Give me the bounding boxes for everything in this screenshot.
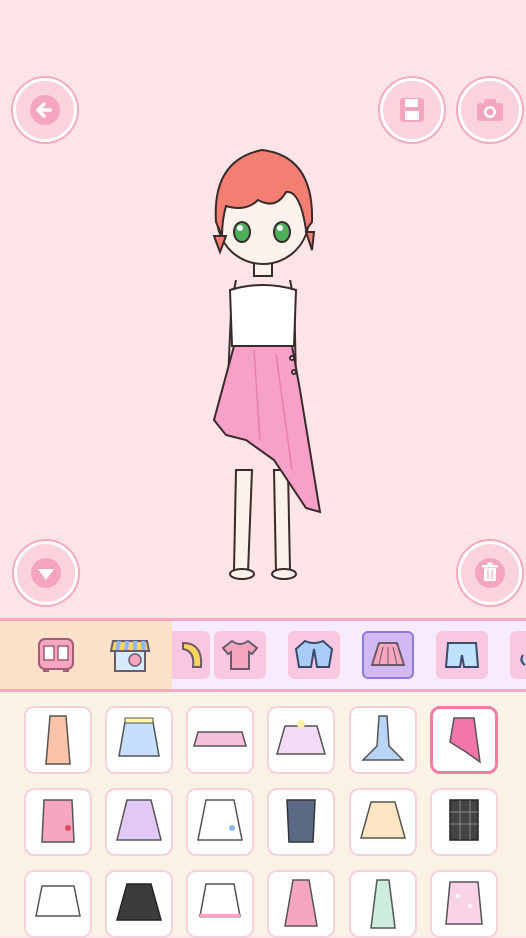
more-tab[interactable] bbox=[510, 631, 526, 679]
item-slot[interactable] bbox=[267, 788, 335, 856]
item-slot[interactable] bbox=[349, 788, 417, 856]
trash-icon bbox=[475, 558, 505, 588]
dressup-stage bbox=[0, 0, 526, 618]
item-slot[interactable] bbox=[267, 706, 335, 774]
item-slot[interactable] bbox=[349, 870, 417, 938]
skirts-tab[interactable] bbox=[362, 631, 414, 679]
item-slot[interactable] bbox=[430, 706, 498, 774]
white-pink-hem-skirt-icon bbox=[199, 883, 241, 918]
triangle-down-icon bbox=[31, 558, 61, 588]
arrow-left-icon bbox=[30, 95, 60, 125]
pink-dot-skirt-icon bbox=[445, 881, 483, 925]
item-slot[interactable] bbox=[105, 788, 173, 856]
back-button[interactable] bbox=[13, 78, 77, 142]
camera-button[interactable] bbox=[458, 78, 522, 142]
pink-bow-skirt-icon bbox=[41, 799, 75, 843]
blue-mermaid-skirt-icon bbox=[361, 715, 405, 761]
black-plaid-skirt-icon bbox=[449, 799, 479, 841]
trash-button[interactable] bbox=[458, 541, 522, 605]
navy-pencil-skirt-icon bbox=[286, 799, 316, 843]
shorts-icon bbox=[444, 642, 480, 668]
wardrobe-icon bbox=[38, 638, 74, 672]
tops-tab[interactable] bbox=[214, 631, 266, 679]
shop-tab[interactable] bbox=[104, 631, 156, 679]
item-slot[interactable] bbox=[186, 788, 254, 856]
pastel-tulle-skirt-icon bbox=[276, 720, 326, 755]
cream-bow-skirt-icon bbox=[360, 801, 406, 839]
shorts-tab[interactable] bbox=[436, 631, 488, 679]
category-bar bbox=[0, 618, 526, 692]
item-slot[interactable] bbox=[430, 870, 498, 938]
jacket-icon bbox=[294, 639, 334, 668]
blue-pleated-skirt-icon bbox=[118, 717, 160, 757]
item-slot[interactable] bbox=[105, 870, 173, 938]
item-slot[interactable] bbox=[24, 870, 92, 938]
collapse-panel-button[interactable] bbox=[14, 541, 78, 605]
partial-icon bbox=[520, 654, 526, 666]
avatar-character bbox=[212, 148, 322, 580]
item-grid bbox=[0, 692, 526, 938]
jackets-tab[interactable] bbox=[288, 631, 340, 679]
shirt-icon bbox=[221, 639, 259, 670]
floppy-disk-icon bbox=[400, 98, 424, 122]
item-slot[interactable] bbox=[186, 870, 254, 938]
item-slot[interactable] bbox=[267, 870, 335, 938]
pink-ruffle-tutu-icon bbox=[193, 731, 247, 747]
item-slot[interactable] bbox=[186, 706, 254, 774]
wardrobe-tab[interactable] bbox=[30, 631, 82, 679]
peach-long-skirt-icon bbox=[45, 715, 71, 765]
item-slot[interactable] bbox=[24, 788, 92, 856]
item-slot[interactable] bbox=[24, 706, 92, 774]
item-slot[interactable] bbox=[349, 706, 417, 774]
shop-icon bbox=[109, 640, 151, 672]
camera-icon bbox=[477, 99, 503, 121]
black-pleated-skirt-icon bbox=[116, 883, 162, 921]
pink-asymmetric-skirt-icon bbox=[449, 717, 481, 764]
item-slot[interactable] bbox=[105, 706, 173, 774]
lavender-flare-skirt-icon bbox=[116, 799, 162, 841]
skirt-icon bbox=[370, 642, 406, 666]
pink-long-skirt-icon bbox=[284, 879, 318, 927]
white-clover-skirt-icon bbox=[197, 799, 243, 841]
shop-area bbox=[0, 621, 172, 689]
mint-long-skirt-icon bbox=[370, 879, 396, 929]
white-frill-skirt-icon bbox=[35, 885, 81, 917]
item-slot[interactable] bbox=[430, 788, 498, 856]
save-button[interactable] bbox=[380, 78, 444, 142]
